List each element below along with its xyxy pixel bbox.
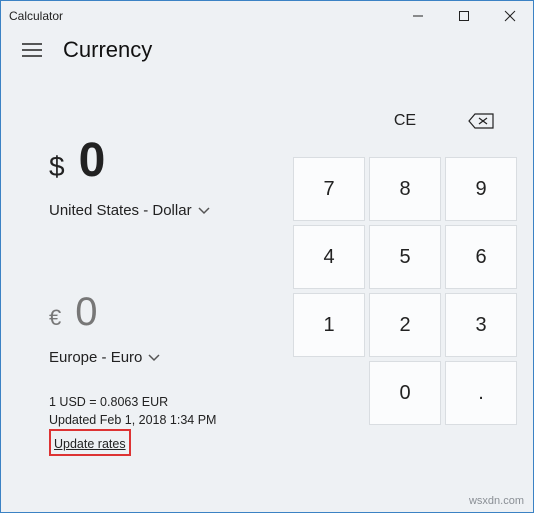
key-2[interactable]: 2 (369, 293, 441, 357)
from-currency-value[interactable]: 0 (79, 133, 106, 188)
to-currency-picker[interactable]: Europe - Euro (49, 349, 160, 366)
keypad: CE 7 8 9 4 5 6 1 2 3 0 . (293, 73, 533, 512)
to-currency-label: Europe - Euro (49, 349, 142, 366)
header: Currency (1, 31, 533, 73)
content: $ 0 United States - Dollar € 0 Europe - … (1, 73, 533, 512)
key-decimal[interactable]: . (445, 361, 517, 425)
title-bar: Calculator (1, 1, 533, 31)
clear-entry-button[interactable]: CE (369, 89, 441, 153)
key-7[interactable]: 7 (293, 157, 365, 221)
conversion-pane: $ 0 United States - Dollar € 0 Europe - … (1, 73, 293, 512)
exchange-rate-text: 1 USD = 0.8063 EUR (49, 393, 273, 411)
key-1[interactable]: 1 (293, 293, 365, 357)
to-currency-value[interactable]: 0 (75, 290, 97, 335)
chevron-down-icon (148, 354, 160, 362)
to-currency-block: € 0 Europe - Euro (49, 290, 273, 367)
app-window: Calculator Currency $ 0 United States (0, 0, 534, 513)
backspace-icon (468, 113, 494, 129)
key-4[interactable]: 4 (293, 225, 365, 289)
rate-info: 1 USD = 0.8063 EUR Updated Feb 1, 2018 1… (49, 393, 273, 456)
backspace-button[interactable] (445, 89, 517, 153)
maximize-button[interactable] (441, 1, 487, 31)
key-6[interactable]: 6 (445, 225, 517, 289)
from-currency-block: $ 0 United States - Dollar (49, 133, 273, 220)
window-title: Calculator (9, 9, 63, 23)
from-currency-label: United States - Dollar (49, 202, 192, 219)
update-rates-link[interactable]: Update rates (54, 435, 126, 453)
from-currency-picker[interactable]: United States - Dollar (49, 202, 210, 219)
key-5[interactable]: 5 (369, 225, 441, 289)
hamburger-menu-button[interactable] (21, 39, 43, 61)
close-button[interactable] (487, 1, 533, 31)
update-rates-highlight: Update rates (49, 429, 131, 456)
key-0[interactable]: 0 (369, 361, 441, 425)
from-currency-symbol: $ (49, 151, 65, 183)
rate-updated-text: Updated Feb 1, 2018 1:34 PM (49, 411, 273, 429)
watermark: wsxdn.com (469, 495, 524, 507)
page-title: Currency (63, 37, 152, 63)
to-currency-symbol: € (49, 305, 61, 331)
key-3[interactable]: 3 (445, 293, 517, 357)
minimize-button[interactable] (395, 1, 441, 31)
chevron-down-icon (198, 207, 210, 215)
key-8[interactable]: 8 (369, 157, 441, 221)
key-9[interactable]: 9 (445, 157, 517, 221)
